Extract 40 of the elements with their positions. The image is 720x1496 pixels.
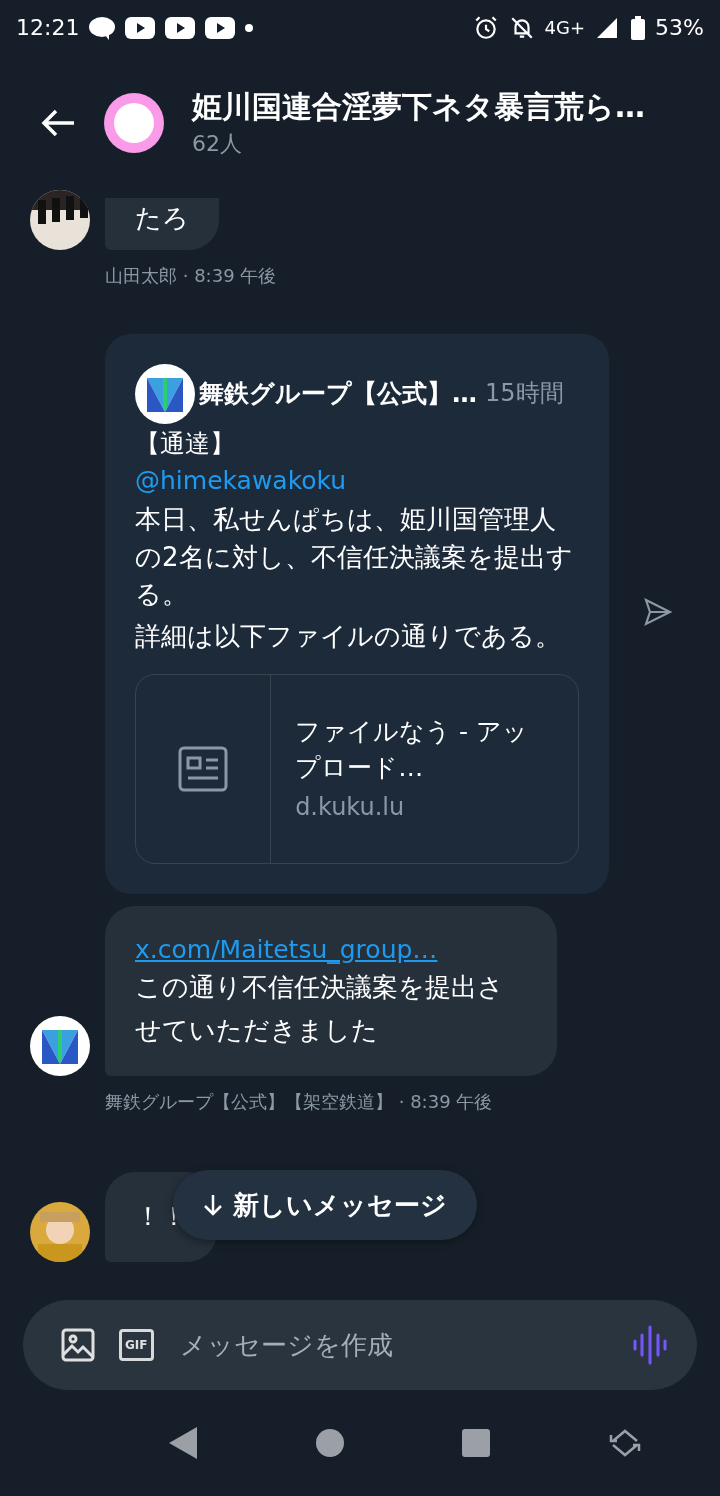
message-input[interactable]: メッセージを作成 [177, 1329, 609, 1361]
mention-link[interactable]: @himekawakoku [135, 464, 579, 497]
play-icon [205, 17, 236, 39]
shared-post-card[interactable]: 舞鉄グループ【公式】… 15時間 【通達】 @himekawakoku 本日、私せんぱちは、姫川国管理人の2名に対し、不信任決議案を提出する。 詳細は以下ファイルの通りである。 ファイルなう - アップロード… d.kuku.lu [105, 334, 609, 894]
send-icon[interactable] [642, 595, 674, 628]
rotate-icon[interactable] [608, 1427, 641, 1459]
image-icon[interactable] [61, 1328, 95, 1362]
play-icon [125, 17, 156, 39]
dot-icon [245, 24, 254, 32]
member-count: 62人 [192, 130, 243, 159]
status-time: 12:21 [16, 13, 80, 42]
network-type: 4G+ [544, 16, 586, 40]
post-text: 本日、私せんぱちは、姫川国管理人の2名に対し、不信任決議案を提出する。 [135, 503, 574, 612]
back-icon[interactable] [40, 108, 76, 138]
gif-button[interactable]: GIF [119, 1329, 154, 1361]
post-heading: 【通達】 [135, 428, 236, 460]
post-author: 舞鉄グループ【公式】… [199, 377, 477, 410]
post-time: 15時間 [485, 378, 564, 410]
message-link[interactable]: x.com/Maitetsu_group… [135, 933, 527, 967]
message-bubble: たろ [105, 198, 219, 250]
message-text: この通り不信任決議案を提出させていただきました [135, 971, 505, 1048]
chat-bubble-icon [89, 16, 116, 40]
article-icon [178, 745, 229, 792]
battery-level: 53% [655, 13, 704, 42]
logo-icon [135, 364, 195, 424]
arrow-down-icon [203, 1194, 223, 1216]
play-icon [165, 17, 196, 39]
message-meta: 舞鉄グループ【公式】【架空鉄道】 · 8:39 午後 [105, 1090, 494, 1115]
link-card[interactable]: ファイルなう - アップロード… d.kuku.lu [135, 673, 579, 864]
link-domain: d.kuku.lu [295, 792, 406, 824]
post-text: 詳細は以下ファイルの通りである。 [135, 620, 562, 654]
voice-icon[interactable] [633, 1325, 667, 1365]
group-avatar[interactable] [104, 93, 164, 153]
home-nav-icon[interactable] [315, 1429, 344, 1457]
message-meta: 山田太郎 · 8:39 午後 [105, 264, 278, 288]
chat-title: 姫川国連合淫夢下ネタ暴言荒ら… [192, 88, 645, 127]
recents-nav-icon[interactable] [462, 1429, 491, 1457]
link-title: ファイルなう - アップロード… [295, 715, 530, 785]
battery-icon [631, 16, 646, 40]
back-nav-icon[interactable] [169, 1427, 198, 1459]
